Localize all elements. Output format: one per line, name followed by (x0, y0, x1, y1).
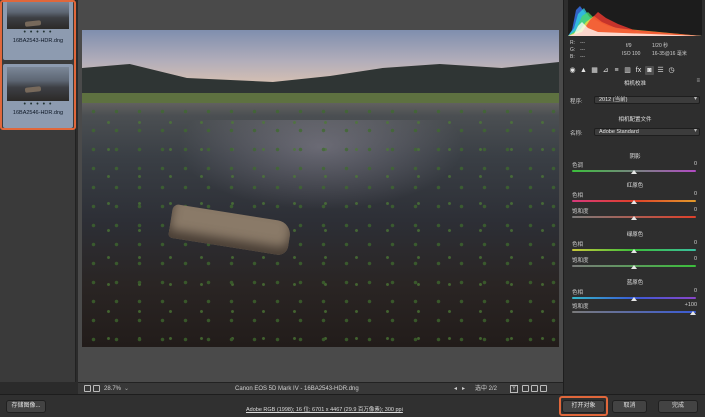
camera-meta: R: --- G: --- B: --- f/9 1/20 秒 ISO 100 … (570, 40, 700, 62)
panel-tabs: ◉ ▲ ▦ ⊿ ≡ ▥ fx ◙ ☰ ◷ (568, 65, 702, 75)
green-sat-label: 饱和度 (572, 258, 589, 264)
toggle-defaults-icon[interactable] (540, 385, 547, 392)
thumbnail-image (7, 1, 69, 29)
blue-primary-title: 蓝原色 (626, 280, 644, 286)
tab-split-toning-icon[interactable]: ≡ (612, 66, 621, 75)
filmstrip-item[interactable]: • • • • • 16BA2543-HDR.dng (3, 0, 73, 60)
tab-basic-icon[interactable]: ◉ (568, 66, 577, 75)
blue-sat-slider[interactable] (572, 311, 696, 313)
panel-menu-icon[interactable]: ≡ (696, 78, 700, 84)
image-preview-area[interactable]: 28.7% ⌄ Canon EOS 5D Mark IV - 16BA2543-… (78, 0, 641, 394)
slider-knob[interactable] (631, 249, 637, 253)
selection-count: 选中 2/2 (475, 386, 498, 392)
red-sat-label: 饱和度 (572, 209, 589, 215)
green-hue-label: 色相 (572, 242, 584, 248)
tab-lens-icon[interactable]: ▥ (623, 66, 632, 75)
red-hue-value[interactable]: 0 (694, 191, 697, 197)
camera-info: Canon EOS 5D Mark IV - 16BA2543-HDR.dng (235, 386, 359, 392)
save-image-button[interactable]: 存储图像... (6, 400, 46, 413)
copy-settings-icon[interactable] (531, 385, 538, 392)
g-label: G: (570, 47, 576, 53)
section-title: 相机校准 (623, 81, 646, 87)
done-button[interactable]: 完成 (658, 400, 698, 413)
tab-tone-curve-icon[interactable]: ▲ (579, 66, 588, 75)
rating-dots[interactable]: • • • • • (6, 29, 70, 37)
process-label: 程序: (570, 99, 583, 105)
profile-title: 相机配置文件 (618, 117, 652, 123)
b-value: --- (580, 54, 585, 60)
profile-dropdown[interactable]: Adobe Standard (594, 128, 700, 136)
water-weeds (82, 102, 559, 347)
g-value: --- (580, 47, 585, 53)
blue-sat-label: 饱和度 (572, 304, 589, 310)
shutter-speed: 1/20 秒 (652, 43, 669, 49)
file-name: 16BA2546-HDR.dng (12, 110, 64, 116)
b-label: B: (570, 54, 575, 60)
blue-hue-value[interactable]: 0 (694, 288, 697, 294)
slider-knob[interactable] (690, 311, 696, 315)
r-value: --- (580, 40, 585, 46)
histogram (568, 0, 702, 36)
preview-status-bar: 28.7% ⌄ Canon EOS 5D Mark IV - 16BA2543-… (78, 382, 641, 394)
chevron-down-icon[interactable]: ⌄ (124, 385, 129, 393)
tab-detail-icon[interactable]: ▦ (590, 66, 599, 75)
filmstrip: • • • • • 16BA2543-HDR.dng • • • • • 16B… (0, 0, 76, 382)
next-image-icon[interactable]: ▸ (462, 385, 465, 393)
before-after-toggle[interactable]: Y (510, 385, 519, 393)
photo-preview[interactable] (82, 30, 559, 347)
tab-effects-icon[interactable]: fx (634, 66, 643, 75)
aperture: f/9 (626, 43, 632, 49)
shadow-tint-label: 色调 (572, 163, 584, 169)
slider-knob[interactable] (631, 265, 637, 269)
workflow-options-link[interactable]: Adobe RGB (1998); 16 位; 6701 x 4467 (29.… (246, 405, 403, 413)
green-sat-value[interactable]: 0 (694, 256, 697, 262)
shadow-tint-value[interactable]: 0 (694, 161, 697, 167)
blue-hue-label: 色相 (572, 290, 584, 296)
slider-knob[interactable] (631, 216, 637, 220)
red-hue-label: 色相 (572, 193, 584, 199)
slider-knob[interactable] (631, 297, 637, 301)
rating-dots[interactable]: • • • • • (6, 101, 70, 109)
red-sat-value[interactable]: 0 (694, 207, 697, 213)
lens: 16-35@16 毫米 (652, 51, 687, 57)
open-object-button[interactable]: 打开对象 (562, 400, 605, 413)
shadows-title: 阴影 (629, 154, 641, 160)
histogram-graph (568, 6, 702, 36)
tab-snapshots-icon[interactable]: ◷ (667, 66, 676, 75)
red-primary-title: 红原色 (626, 183, 644, 189)
zoom-in-button[interactable] (93, 385, 100, 392)
cancel-button[interactable]: 取消 (612, 400, 647, 413)
r-label: R: (570, 40, 575, 46)
tab-camera-calibration-icon[interactable]: ◙ (645, 65, 654, 75)
iso: ISO 100 (622, 51, 641, 57)
green-hue-value[interactable]: 0 (694, 240, 697, 246)
process-dropdown[interactable]: 2012 (当前) (594, 96, 700, 104)
thumbnail-image (7, 67, 69, 101)
blue-sat-value[interactable]: +100 (685, 302, 697, 308)
file-name: 16BA2543-HDR.dng (12, 38, 64, 44)
tab-hsl-icon[interactable]: ⊿ (601, 66, 610, 75)
tab-presets-icon[interactable]: ☰ (656, 66, 665, 75)
prev-image-icon[interactable]: ◂ (454, 385, 457, 393)
slider-knob[interactable] (631, 200, 637, 204)
profile-label: 名称: (570, 131, 583, 137)
filmstrip-item[interactable]: • • • • • 16BA2546-HDR.dng (3, 64, 73, 128)
zoom-out-button[interactable] (84, 385, 91, 392)
zoom-level[interactable]: 28.7% (104, 385, 121, 393)
green-primary-title: 绿原色 (626, 232, 644, 238)
adjustment-panel: R: --- G: --- B: --- f/9 1/20 秒 ISO 100 … (563, 0, 705, 394)
slider-knob[interactable] (631, 170, 637, 174)
swap-settings-icon[interactable] (522, 385, 529, 392)
